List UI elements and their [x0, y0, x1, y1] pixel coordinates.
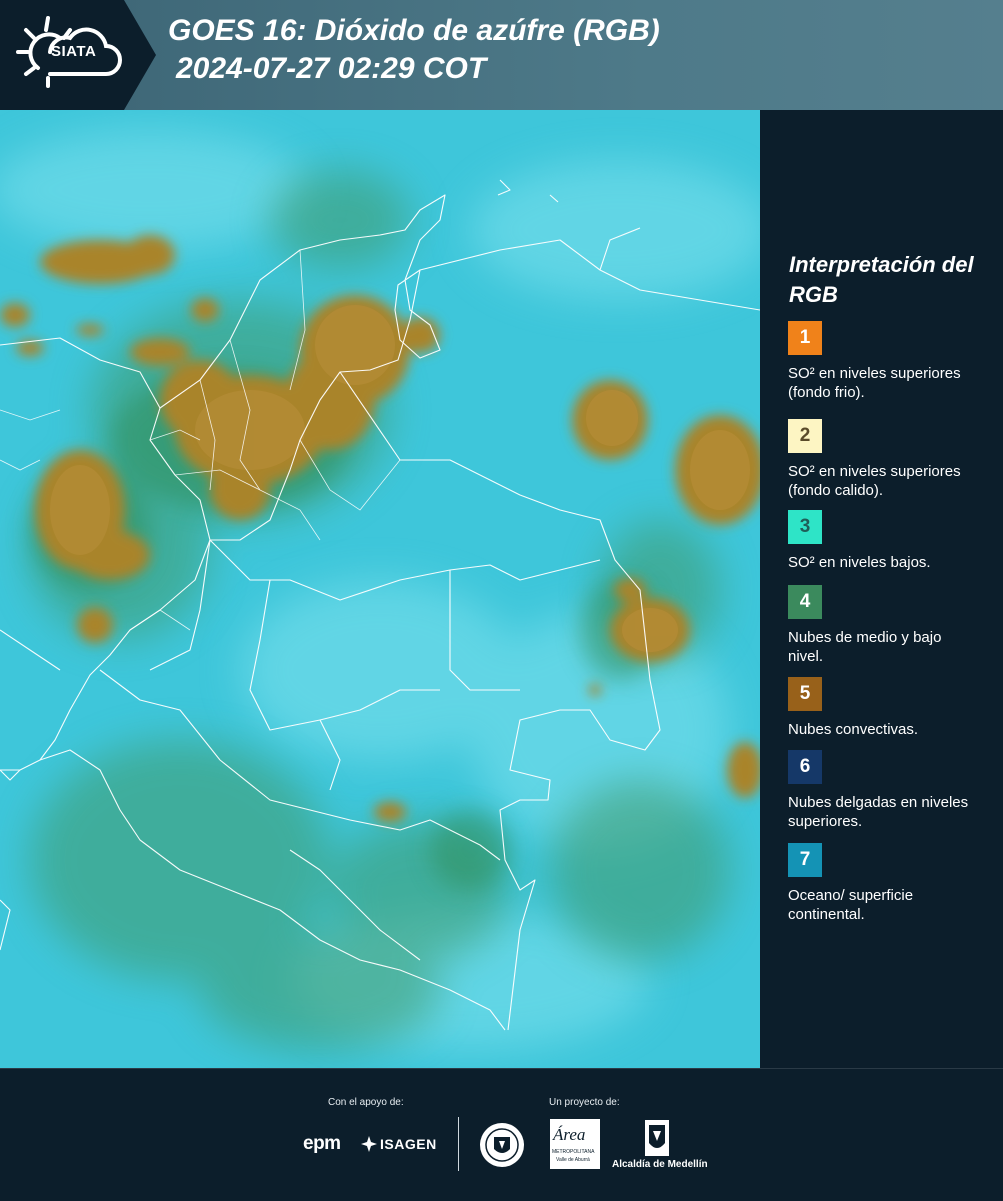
legend-panel: Interpretación del RGB 1 SO² en niveles …: [760, 110, 1003, 1068]
legend-item: 3 SO² en niveles bajos.: [788, 510, 978, 572]
isagen-star-icon: [361, 1136, 377, 1152]
satellite-rgb-map[interactable]: [0, 110, 760, 1068]
legend-item: 5 Nubes convectivas.: [788, 677, 978, 739]
legend-swatch: 6: [788, 750, 822, 784]
legend-swatch: 7: [788, 843, 822, 877]
legend-swatch: 1: [788, 321, 822, 355]
page-title: GOES 16: Dióxido de azúfre (RGB): [168, 14, 660, 47]
legend-swatch: 2: [788, 419, 822, 453]
area-logo-text: Área: [553, 1125, 586, 1144]
legend-item: 6 Nubes delgadas en niveles superiores.: [788, 750, 978, 831]
legend-item: 2 SO² en niveles superiores (fondo calid…: [788, 419, 978, 500]
support-label: Con el apoyo de:: [328, 1097, 404, 1108]
alcaldia-shield-icon: [645, 1120, 669, 1156]
siata-logo-text: SIATA: [51, 43, 97, 60]
header: SIATA GOES 16: Dióxido de azúfre (RGB) 2…: [0, 0, 1003, 110]
legend-label: SO² en niveles bajos.: [788, 554, 931, 571]
alcaldia-logo-text: Alcaldía de Medellín: [612, 1159, 708, 1170]
legend-item: 1 SO² en niveles superiores (fondo frio)…: [788, 321, 978, 402]
legend-label: Nubes convectivas.: [788, 721, 919, 738]
page-timestamp: 2024-07-27 02:29 COT: [176, 52, 487, 85]
legend-label: Nubes delgadas en niveles superiores.: [788, 794, 969, 830]
legend-label: SO² en niveles superiores (fondo calido)…: [788, 463, 961, 499]
legend-label: SO² en niveles superiores (fondo frio).: [788, 365, 961, 401]
legend-item: 7 Oceano/ superficie continental.: [788, 843, 978, 924]
isagen-logo: ISAGEN: [380, 1136, 437, 1152]
epm-logo: epm: [303, 1133, 341, 1154]
legend-item: 4 Nubes de medio y bajo nivel.: [788, 585, 978, 666]
legend-swatch: 5: [788, 677, 822, 711]
footer-divider: [458, 1117, 459, 1171]
legend-swatch: 4: [788, 585, 822, 619]
legend-title: Interpretación del RGB: [789, 252, 974, 307]
legend-swatch: 3: [788, 510, 822, 544]
footer: Con el apoyo de: Un proyecto de: epm ISA…: [0, 1068, 1003, 1201]
area-logo-sub: METROPOLITANA: [552, 1149, 595, 1155]
area-metropolitana-logo: Área METROPOLITANA Valle de Aburrá: [550, 1119, 600, 1169]
area-logo-sub2: Valle de Aburrá: [556, 1157, 590, 1163]
satellite-image: [0, 110, 760, 1068]
legend-label: Oceano/ superficie continental.: [788, 887, 914, 923]
medellin-seal-icon: [480, 1123, 524, 1167]
project-label: Un proyecto de:: [549, 1097, 620, 1108]
legend-label: Nubes de medio y bajo nivel.: [788, 629, 942, 665]
